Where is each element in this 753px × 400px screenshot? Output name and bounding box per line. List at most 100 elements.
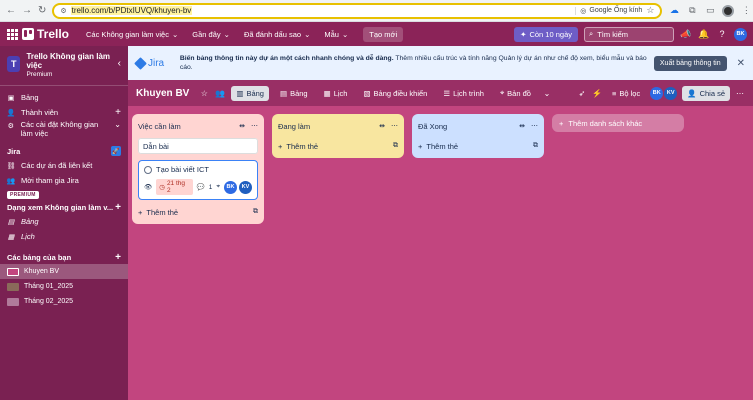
menu-templates[interactable]: Mẫu ⌄: [319, 27, 353, 42]
card-title-input[interactable]: Dẫn bài: [138, 138, 258, 154]
member-avatar[interactable]: KV: [664, 86, 678, 100]
chevron-down-icon: ⌄: [304, 29, 311, 39]
sidebar-item-invite-jira[interactable]: 👥 Mời tham gia Jira: [0, 173, 128, 188]
add-card-button[interactable]: + Thêm thẻ ⧉: [418, 138, 538, 154]
board-title[interactable]: Khuyen BV: [136, 88, 189, 99]
add-list-button[interactable]: + Thêm danh sách khác: [552, 114, 684, 132]
list-menu-icon[interactable]: ⋯: [391, 122, 398, 130]
site-info-icon[interactable]: ⚙: [60, 7, 66, 15]
plus-icon: +: [559, 118, 564, 128]
extension-cloud-icon[interactable]: ☁: [668, 5, 680, 17]
jira-section-header: Jira 🚀: [7, 146, 121, 156]
menu-recent[interactable]: Gần đây ⌄: [187, 27, 235, 42]
trello-logo[interactable]: Trello: [22, 27, 69, 41]
add-board-icon[interactable]: +: [115, 252, 121, 263]
megaphone-icon[interactable]: 📣: [680, 28, 692, 40]
extensions-icon[interactable]: ⧉: [686, 5, 698, 17]
google-lens-chip[interactable]: ◎ Google Ống kính: [575, 6, 642, 15]
star-icon[interactable]: ☆: [199, 89, 209, 98]
workspace-header: T Trello Không gian làm việc Premium ‹: [0, 46, 128, 86]
sidebar-board-item[interactable]: Khuyen BV: [0, 264, 128, 279]
card-template-icon[interactable]: ⧉: [253, 208, 258, 216]
collapse-list-icon[interactable]: ⇹: [239, 122, 245, 130]
card-template-icon[interactable]: ⧉: [393, 142, 398, 150]
apps-grid-icon[interactable]: [6, 28, 18, 40]
list-header[interactable]: Đang làm ⇹ ⋯: [278, 118, 398, 134]
sidebar-item-settings[interactable]: ⚙ Các cài đặt Không gian làm việc ⌄: [0, 120, 128, 140]
collapse-sidebar-icon[interactable]: ‹: [118, 58, 121, 69]
card-title: Tạo bài viết ICT: [156, 165, 209, 174]
sidebar-item-calendar-view[interactable]: ▦ Lịch: [0, 229, 128, 244]
search-icon: ⌕: [589, 29, 594, 38]
sidebar-board-item[interactable]: Tháng 02_2025: [0, 294, 128, 309]
list-header[interactable]: Việc cần làm ⇹ ⋯: [138, 118, 258, 134]
board-header: Khuyen BV ☆ 👥 ▥ Bảng ▤ Bảng ▦ Lịch ▧ Bảng đi…: [128, 80, 753, 106]
tab-board[interactable]: ▥ Bảng: [231, 85, 269, 101]
board-thumbnail: [7, 297, 19, 306]
bookmark-star-icon[interactable]: ☆: [646, 5, 654, 16]
card-template-icon[interactable]: ⧉: [533, 142, 538, 150]
menu-starred[interactable]: Đã đánh dấu sao ⌄: [239, 27, 315, 42]
list-doing: Đang làm ⇹ ⋯ + Thêm thẻ ⧉: [272, 114, 404, 158]
automation-icon[interactable]: ⚡: [592, 89, 602, 98]
add-view-icon[interactable]: +: [115, 202, 121, 213]
complete-checkbox[interactable]: [144, 165, 152, 174]
list-title[interactable]: Đang làm: [278, 122, 310, 131]
card-member-avatar[interactable]: BK: [224, 180, 237, 194]
due-date-badge[interactable]: ◷ 21 thg 2: [156, 179, 193, 195]
list-menu-icon[interactable]: ⋯: [531, 122, 538, 130]
member-avatar[interactable]: BK: [650, 86, 664, 100]
chevron-down-icon[interactable]: ⌄: [542, 89, 552, 98]
search-input[interactable]: ⌕ Tìm kiếm: [584, 26, 674, 42]
person-add-icon: 👥: [6, 177, 16, 185]
profile-avatar[interactable]: [722, 4, 735, 17]
list-title[interactable]: Đã Xong: [418, 122, 447, 131]
more-icon[interactable]: ⋯: [735, 89, 745, 98]
card[interactable]: Tạo bài viết ICT 👁 ◷ 21 thg 2 💬 1 ⌖ BK K…: [138, 160, 258, 200]
chevron-down-icon[interactable]: ⌄: [114, 120, 121, 129]
sidebar-item-boards[interactable]: ▣ Bảng: [0, 90, 128, 105]
list-title[interactable]: Việc cần làm: [138, 122, 181, 131]
sidebar-board-item[interactable]: Tháng 01_2025: [0, 279, 128, 294]
board-thumbnail: [7, 267, 19, 276]
premium-tag: PREMIUM: [7, 191, 39, 199]
menu-workspaces[interactable]: Các Không gian làm việc ⌄: [81, 27, 183, 42]
create-button[interactable]: Tạo mới: [363, 26, 404, 42]
help-icon[interactable]: ?: [716, 28, 728, 40]
tab-timeline[interactable]: ☰ Lịch trình: [438, 86, 489, 101]
list-header[interactable]: Đã Xong ⇹ ⋯: [418, 118, 538, 134]
sidepanel-icon[interactable]: ▭: [704, 5, 716, 17]
user-avatar[interactable]: BK: [734, 27, 747, 41]
sidebar-item-linked-projects[interactable]: ⛓ Các dự án đã liên kết: [0, 158, 128, 173]
tab-dashboard[interactable]: ▧ Bảng điều khiển: [358, 86, 432, 101]
tab-map[interactable]: ⌖ Bản đồ: [495, 85, 536, 101]
tab-table[interactable]: ▤ Bảng: [275, 86, 313, 101]
collapse-list-icon[interactable]: ⇹: [379, 122, 385, 130]
member-icon: 👤: [6, 109, 16, 117]
export-board-button[interactable]: Xuất bảng thông tin: [653, 55, 727, 71]
power-ups-icon[interactable]: ➶: [577, 89, 587, 98]
reload-icon[interactable]: ↻: [38, 5, 46, 17]
visibility-icon[interactable]: 👥: [215, 89, 225, 98]
filter-button[interactable]: ≡ Bộ lọc: [607, 86, 645, 101]
tab-calendar[interactable]: ▦ Lịch: [319, 86, 353, 101]
card-member-avatar[interactable]: KV: [239, 180, 252, 194]
forward-icon[interactable]: →: [22, 5, 32, 17]
jira-logo-icon: [134, 56, 147, 70]
add-member-icon[interactable]: +: [115, 107, 121, 118]
add-card-button[interactable]: + Thêm thẻ ⧉: [138, 204, 258, 220]
trial-button[interactable]: ✦ Còn 10 ngày: [514, 26, 578, 42]
sidebar-item-table-view[interactable]: ▤ Bảng: [0, 214, 128, 229]
collapse-list-icon[interactable]: ⇹: [519, 122, 525, 130]
back-icon[interactable]: ←: [6, 5, 16, 17]
sidebar-item-members[interactable]: 👤 Thành viên +: [0, 105, 128, 120]
jira-rocket-icon[interactable]: 🚀: [111, 146, 121, 156]
add-card-button[interactable]: + Thêm thẻ ⧉: [278, 138, 398, 154]
share-button[interactable]: 👤 Chia sẻ: [682, 85, 730, 101]
more-icon[interactable]: ⋮: [740, 5, 752, 17]
address-bar[interactable]: ⚙ trello.com/b/PDtxIUVQ/khuyen-bv ◎ Goog…: [52, 2, 663, 19]
notification-bell-icon[interactable]: 🔔: [698, 28, 710, 40]
calendar-icon: ▦: [7, 233, 15, 241]
close-icon[interactable]: ✕: [737, 58, 745, 69]
list-menu-icon[interactable]: ⋯: [251, 122, 258, 130]
